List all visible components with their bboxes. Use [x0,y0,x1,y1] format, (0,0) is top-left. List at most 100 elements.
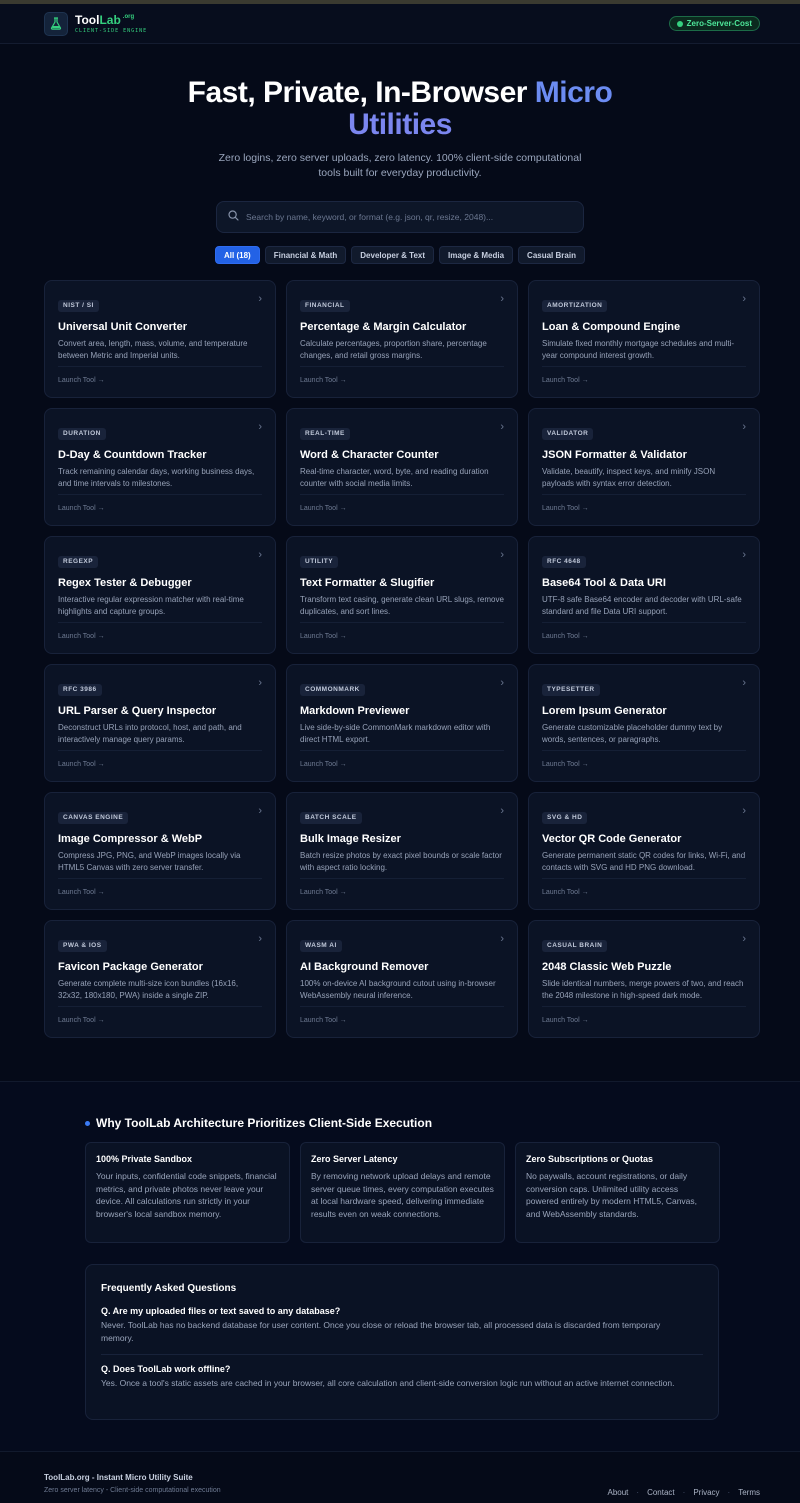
tool-description: Slide identical numbers, merge powers of… [542,979,744,1000]
tool-card-lorem-ipsum-generator[interactable]: TYPESETTER › Lorem Ipsum Generator Generate… [528,664,760,782]
why-section: Why ToolLab Architecture Prioritizes Cli… [0,1081,800,1451]
chevron-right-icon: › [500,293,504,305]
tool-title: JSON Formatter & Validator [542,449,687,461]
footer-separator: · [727,1487,731,1497]
tool-description: Track remaining calendar days, working b… [58,467,255,488]
tool-description: Convert area, length, mass, volume, and … [58,339,248,360]
tool-title: Base64 Tool & Data URI [542,577,666,589]
tool-card-vector-qr-code-generator[interactable]: SVG & HD › Vector QR Code Generator Generat… [528,792,760,910]
footer-title: ToolLab.org - Instant Micro Utility Suit… [44,1473,193,1482]
chevron-right-icon: › [742,805,746,817]
tool-title: Vector QR Code Generator [542,833,682,845]
brand-name: ToolLab .org [75,12,135,27]
tool-description: Generate complete multi-size icon bundle… [58,979,239,1000]
footer-link-terms[interactable]: Terms [738,1488,760,1497]
filter-chip-developer-text[interactable]: Developer & Text [351,246,435,264]
launch-tool-link[interactable]: Launch Tool → [542,366,746,384]
launch-tool-link[interactable]: Launch Tool → [58,622,262,640]
tool-card-url-parser-query-inspector[interactable]: RFC 3986 › URL Parser & Query Inspector Dec… [44,664,276,782]
tool-card-word-character-counter[interactable]: REAL-TIME › Word & Character Counter Real-t… [286,408,518,526]
chevron-right-icon: › [742,549,746,561]
filter-chip-image-media[interactable]: Image & Media [439,246,514,264]
brand-logo-link[interactable]: ToolLab .org CLIENT-SIDE ENGINE [44,11,147,36]
tool-card-loan-compound-engine[interactable]: AMORTIZATION › Loan & Compound Engine Simul… [528,280,760,398]
launch-tool-link[interactable]: Launch Tool → [300,1006,504,1024]
launch-tool-link[interactable]: Launch Tool → [300,366,504,384]
faq-question: Q. Are my uploaded files or text saved t… [101,1306,341,1316]
chevron-right-icon: › [500,549,504,561]
tool-card-favicon-package-generator[interactable]: PWA & IOS › Favicon Package Generator Gener… [44,920,276,1038]
tool-card-2048-classic-web-puzzle[interactable]: CASUAL BRAIN › 2048 Classic Web Puzzle Slid… [528,920,760,1038]
filter-chip-casual-brain[interactable]: Casual Brain [518,246,585,264]
site-header: ToolLab .org CLIENT-SIDE ENGINE Zero-Serv… [0,4,800,44]
tool-tag: WASM AI [300,940,342,952]
faq-question: Q. Does ToolLab work offline? [101,1364,231,1374]
chevron-right-icon: › [742,933,746,945]
tool-title: Lorem Ipsum Generator [542,705,667,717]
tool-card-d-day-countdown-tracker[interactable]: DURATION › D-Day & Countdown Tracker Track … [44,408,276,526]
tool-card-image-compressor-webp[interactable]: CANVAS ENGINE › Image Compressor & WebP Com… [44,792,276,910]
tool-card-universal-unit-converter[interactable]: NIST / SI › Universal Unit Converter Conver… [44,280,276,398]
launch-tool-link[interactable]: Launch Tool → [542,1006,746,1024]
tool-tag: BATCH SCALE [300,812,362,824]
tool-card-percentage-margin-calculator[interactable]: FINANCIAL › Percentage & Margin Calculator… [286,280,518,398]
tool-title: URL Parser & Query Inspector [58,705,217,717]
launch-tool-link[interactable]: Launch Tool → [300,878,504,896]
tool-title: Word & Character Counter [300,449,439,461]
faq-answer: Never. ToolLab has no backend database f… [101,1320,661,1343]
launch-tool-link[interactable]: Launch Tool → [58,878,262,896]
launch-tool-link[interactable]: Launch Tool → [58,494,262,512]
tool-card-json-formatter-validator[interactable]: VALIDATOR › JSON Formatter & Validator Vali… [528,408,760,526]
tool-description: Transform text casing, generate clean UR… [300,595,504,616]
tool-card-bulk-image-resizer[interactable]: BATCH SCALE › Bulk Image Resizer Batch resi… [286,792,518,910]
why-card-title: 100% Private Sandbox [96,1154,193,1164]
chevron-right-icon: › [742,293,746,305]
tool-description: Deconstruct URLs into protocol, host, an… [58,723,242,744]
launch-tool-link[interactable]: Launch Tool → [58,750,262,768]
tool-description: Batch resize photos by exact pixel bound… [300,851,502,872]
launch-tool-link[interactable]: Launch Tool → [58,366,262,384]
launch-tool-link[interactable]: Launch Tool → [542,494,746,512]
launch-tool-link[interactable]: Launch Tool → [300,494,504,512]
chevron-right-icon: › [742,677,746,689]
launch-tool-link[interactable]: Launch Tool → [300,622,504,640]
chevron-right-icon: › [258,549,262,561]
launch-tool-link[interactable]: Launch Tool → [58,1006,262,1024]
tool-tag: RFC 4648 [542,556,586,568]
site-footer: ToolLab.org - Instant Micro Utility Suit… [0,1451,800,1503]
tool-title: Universal Unit Converter [58,321,187,333]
search-icon [228,208,239,226]
tool-description: Simulate fixed monthly mortgage schedule… [542,339,735,360]
chevron-right-icon: › [500,677,504,689]
tool-description: 100% on-device AI background cutout usin… [300,979,496,1000]
tool-card-ai-background-remover[interactable]: WASM AI › AI Background Remover 100% on-dev… [286,920,518,1038]
launch-tool-link[interactable]: Launch Tool → [542,878,746,896]
why-card-text: By removing network upload delays and re… [311,1171,494,1219]
tool-tag: DURATION [58,428,106,440]
launch-tool-link[interactable]: Launch Tool → [300,750,504,768]
bullet-dot-icon [85,1120,90,1126]
tool-title: Percentage & Margin Calculator [300,321,467,333]
footer-link-contact[interactable]: Contact [647,1488,675,1497]
why-card-title: Zero Server Latency [311,1154,398,1164]
tool-tag: AMORTIZATION [542,300,608,312]
tool-title: Markdown Previewer [300,705,410,717]
tool-tag: CASUAL BRAIN [542,940,608,952]
tool-card-base64-tool-data-uri[interactable]: RFC 4648 › Base64 Tool & Data URI UTF-8 saf… [528,536,760,654]
launch-tool-link[interactable]: Launch Tool → [542,622,746,640]
tool-tag: TYPESETTER [542,684,600,696]
tool-card-regex-tester-debugger[interactable]: REGEXP › Regex Tester & Debugger Interactiv… [44,536,276,654]
tool-card-text-formatter-slugifier[interactable]: UTILITY › Text Formatter & Slugifier Transf… [286,536,518,654]
tool-tag: UTILITY [300,556,339,568]
tool-tag: FINANCIAL [300,300,350,312]
search-input[interactable] [246,212,566,222]
launch-tool-link[interactable]: Launch Tool → [542,750,746,768]
tool-description: Compress JPG, PNG, and WebP images local… [58,851,241,872]
footer-link-privacy[interactable]: Privacy [693,1488,719,1497]
chevron-right-icon: › [500,421,504,433]
footer-link-about[interactable]: About [607,1488,628,1497]
filter-chip-all-18[interactable]: All (18) [215,246,260,264]
tool-card-markdown-previewer[interactable]: COMMONMARK › Markdown Previewer Live side-b… [286,664,518,782]
filter-chip-financial-math[interactable]: Financial & Math [264,246,347,264]
faq-answer: Yes. Once a tool's static assets are cac… [101,1378,675,1388]
